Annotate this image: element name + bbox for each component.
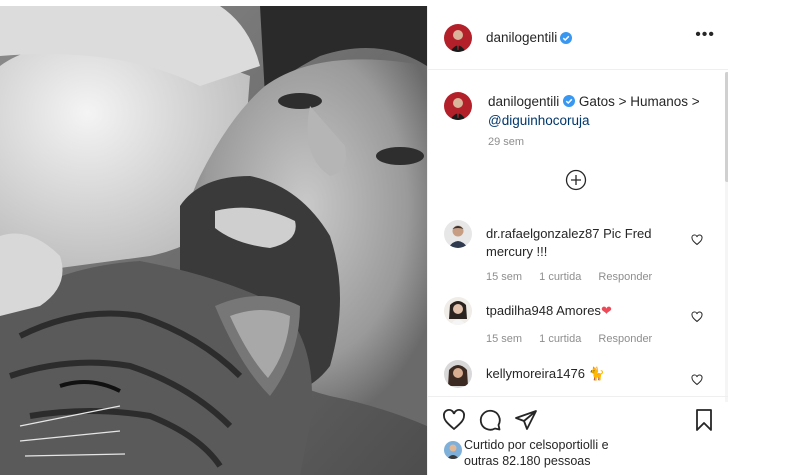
comment-body: kellymoreira1476 🐈 <box>486 365 691 383</box>
comment-meta: 15 sem 1 curtida Responder <box>486 271 666 283</box>
author-username[interactable]: danilogentili <box>486 30 557 45</box>
liked-prefix: Curtido por <box>464 438 526 452</box>
liked-by: Curtido por celsoportiolli e outras 82.1… <box>464 437 664 469</box>
comment-avatar[interactable] <box>444 220 472 248</box>
comment-username[interactable]: dr.rafaelgonzalez87 <box>486 226 599 241</box>
plus-circle-icon[interactable] <box>565 169 587 191</box>
comment-username[interactable]: kellymoreira1476 <box>486 366 585 381</box>
bookmark-icon[interactable] <box>692 408 716 432</box>
heart-icon[interactable] <box>442 408 466 432</box>
comment-likes[interactable]: 1 curtida <box>539 333 581 345</box>
verified-badge-icon <box>563 95 576 107</box>
liked-suffix: e <box>601 438 609 452</box>
post-photo-image <box>0 6 427 475</box>
like-heart-icon[interactable] <box>691 234 703 246</box>
share-icon[interactable] <box>514 408 538 432</box>
avatar-image <box>444 24 472 52</box>
comment-meta: 15 sem 1 curtida Responder <box>486 333 666 345</box>
verified-badge-icon <box>560 32 572 44</box>
post-header: danilogentili ••• <box>428 6 729 70</box>
post-panel: danilogentili ••• danilogentili Gatos > … <box>427 6 729 475</box>
caption-avatar[interactable] <box>444 92 472 120</box>
comment-body: tpadilha948 Amores❤ <box>486 302 691 320</box>
reply-button[interactable]: Responder <box>598 271 652 283</box>
comment-likes[interactable]: 1 curtida <box>539 271 581 283</box>
caption-time[interactable]: 29 sem <box>488 136 524 148</box>
liked-user[interactable]: celsoportiolli <box>529 438 598 452</box>
comment-time[interactable]: 15 sem <box>486 333 522 345</box>
reply-button[interactable]: Responder <box>598 333 652 345</box>
post-photo[interactable] <box>0 6 427 475</box>
avatar-image <box>444 360 472 388</box>
like-heart-icon[interactable] <box>691 311 703 323</box>
comment-body: dr.rafaelgonzalez87 Pic Fred mercury !!! <box>486 225 691 261</box>
caption-mention[interactable]: @diguinhocoruja <box>488 113 590 128</box>
avatar-image <box>444 92 472 120</box>
avatar-image <box>444 220 472 248</box>
caption-username[interactable]: danilogentili <box>488 94 559 109</box>
heart-emoji: ❤ <box>600 303 612 318</box>
caption: danilogentili Gatos > Humanos > @diguinh… <box>488 92 718 130</box>
comment-avatar[interactable] <box>444 360 472 388</box>
liker-avatar[interactable] <box>444 441 462 459</box>
comment-text: Amores <box>556 303 601 318</box>
page-margin <box>728 0 789 475</box>
comment-time[interactable]: 15 sem <box>486 271 522 283</box>
author-avatar[interactable] <box>444 24 472 52</box>
cat-emoji: 🐈 <box>588 366 605 381</box>
comment-icon[interactable] <box>478 408 502 432</box>
avatar-image <box>444 297 472 325</box>
comment-username[interactable]: tpadilha948 <box>486 303 553 318</box>
liked-others[interactable]: outras 82.180 pessoas <box>464 454 590 468</box>
post-actions: Curtido por celsoportiolli e outras 82.1… <box>428 396 729 475</box>
avatar-image <box>444 441 462 459</box>
caption-text: Gatos > Humanos > <box>578 94 700 109</box>
like-heart-icon[interactable] <box>691 374 703 386</box>
comment-avatar[interactable] <box>444 297 472 325</box>
more-dots-icon[interactable]: ••• <box>695 27 715 43</box>
